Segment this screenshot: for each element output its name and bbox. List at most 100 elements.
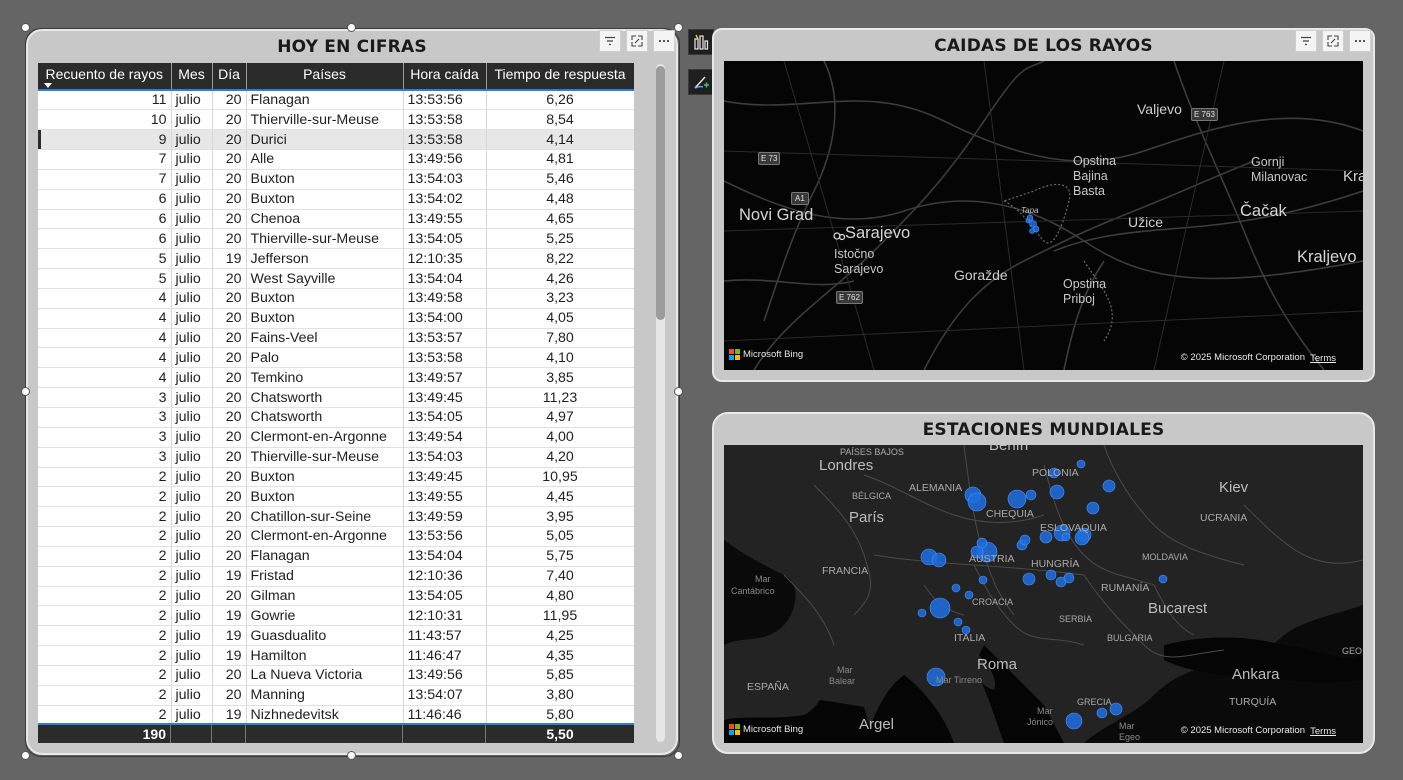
table-row[interactable]: 4 julio 20 Palo 13:53:58 4,10 [38, 347, 634, 369]
cell-tiempo: 11,95 [486, 605, 634, 627]
station-bubble[interactable] [1061, 532, 1071, 542]
table-row[interactable]: 10 julio 20 Thierville-sur-Meuse 13:53:58 8,5… [38, 109, 634, 131]
total-tiempo: 5,50 [546, 726, 574, 742]
station-bubble[interactable] [967, 492, 987, 512]
table-scrollbar[interactable] [656, 64, 665, 742]
map-estaciones[interactable]: PAÍSES BAJOS Londres Berlín POLONIA BÉLG… [724, 445, 1363, 743]
station-bubble[interactable] [951, 583, 961, 593]
cell-dia: 20 [212, 149, 247, 170]
total-hora [403, 725, 486, 743]
table-row[interactable]: 2 julio 19 Gowrie 12:10:31 11,95 [38, 605, 634, 627]
table-row[interactable]: 2 julio 20 Manning 13:54:07 3,80 [38, 685, 634, 706]
station-bubble[interactable] [1086, 501, 1100, 515]
resize-handle-bottom-left[interactable] [21, 751, 30, 760]
map1-more-options-button[interactable] [1349, 30, 1371, 52]
resize-handle-bottom[interactable] [347, 751, 356, 760]
format-visual-button[interactable] [688, 29, 714, 55]
station-bubble[interactable] [1158, 574, 1168, 584]
station-bubble[interactable] [1029, 228, 1035, 234]
table-row[interactable]: 3 julio 20 Chatsworth 13:54:05 4,97 [38, 407, 634, 428]
column-header-tiempo[interactable]: Tiempo de respuesta [486, 63, 634, 90]
column-header-hora[interactable]: Hora caída [403, 63, 487, 90]
table-row[interactable]: 4 julio 20 Buxton 13:54:00 4,05 [38, 308, 634, 329]
cell-mes: julio [171, 506, 213, 528]
table-row[interactable]: 5 julio 20 West Sayville 13:54:04 4,26 [38, 268, 634, 289]
resize-handle-bottom-right[interactable] [674, 751, 683, 760]
table-row[interactable]: 2 julio 20 Chatillon-sur-Seine 13:49:59 3,95 [38, 506, 634, 528]
table-row[interactable]: 7 julio 20 Buxton 13:54:03 5,46 [38, 169, 634, 190]
resize-handle-left[interactable] [21, 387, 30, 396]
resize-handle-top-right[interactable] [674, 23, 683, 32]
table-row[interactable]: 2 julio 20 Buxton 13:49:45 10,95 [38, 467, 634, 488]
table-row[interactable]: 9 julio 20 Durici 13:53:58 4,14 [38, 129, 634, 151]
table-row[interactable]: 2 julio 19 Guasdualito 11:43:57 4,25 [38, 625, 634, 647]
cell-hora: 12:10:35 [403, 248, 487, 270]
filter-button[interactable] [599, 30, 621, 52]
column-header-mes[interactable]: Mes [171, 63, 213, 90]
station-bubble[interactable] [1065, 712, 1083, 730]
cell-pais: Palo [246, 347, 404, 369]
map-terms-link[interactable]: Terms [1310, 726, 1336, 737]
station-bubble[interactable] [1025, 489, 1037, 501]
station-bubble[interactable] [1063, 572, 1075, 584]
table-row[interactable]: 6 julio 20 Buxton 13:54:02 4,48 [38, 189, 634, 210]
table-row[interactable]: 11 julio 20 Flanagan 13:53:56 6,26 [38, 90, 634, 111]
analytics-button[interactable] [688, 69, 714, 95]
resize-handle-top[interactable] [347, 23, 356, 32]
table-row[interactable]: 2 julio 19 Hamilton 11:46:47 4,35 [38, 645, 634, 666]
table-row[interactable]: 2 julio 20 Gilman 13:54:05 4,80 [38, 586, 634, 607]
scrollbar-thumb[interactable] [656, 66, 665, 320]
resize-handle-right[interactable] [674, 387, 683, 396]
more-options-button[interactable] [653, 30, 675, 52]
table-row[interactable]: 2 julio 20 Flanagan 13:54:04 5,75 [38, 546, 634, 567]
table-row[interactable]: 3 julio 20 Chatsworth 13:49:45 11,23 [38, 387, 634, 408]
table-row[interactable]: 2 julio 20 Buxton 13:49:55 4,45 [38, 486, 634, 508]
table-row[interactable]: 4 julio 20 Temkino 13:49:57 3,85 [38, 367, 634, 389]
cell-dia: 20 [212, 90, 247, 111]
column-header-paises[interactable]: Países [246, 63, 404, 90]
cell-mes: julio [171, 586, 213, 607]
station-bubble[interactable] [1022, 572, 1036, 586]
station-bubble[interactable] [1102, 479, 1116, 493]
table-row[interactable]: 4 julio 20 Buxton 13:49:58 3,23 [38, 288, 634, 309]
cell-pais: Gowrie [246, 605, 404, 627]
station-bubble[interactable] [953, 617, 963, 627]
station-bubble[interactable] [976, 537, 988, 549]
map-rayos[interactable]: Valjevo E 763 E 73 A1 Opstina Bajina Bas… [724, 61, 1363, 370]
station-bubble[interactable] [1109, 702, 1123, 716]
station-bubble[interactable] [931, 552, 947, 568]
resize-handle-top-left[interactable] [21, 23, 30, 32]
station-bubble[interactable] [1049, 484, 1065, 500]
data-table[interactable]: Recuento de rayos Mes Día Países Hora ca… [38, 63, 634, 743]
station-bubble[interactable] [1007, 489, 1027, 509]
column-header-recuento[interactable]: Recuento de rayos [38, 63, 172, 90]
cell-recuento: 2 [38, 526, 172, 547]
focus-mode-button[interactable] [626, 30, 648, 52]
station-bubble[interactable] [1025, 218, 1031, 224]
map1-focus-mode-button[interactable] [1322, 30, 1344, 52]
table-row[interactable]: 3 julio 20 Clermont-en-Argonne 13:49:54 4,00 [38, 427, 634, 448]
table-row[interactable]: 2 julio 20 Clermont-en-Argonne 13:53:56 5,05 [38, 526, 634, 547]
map-label-espana: ESPAÑA [747, 681, 789, 693]
table-row[interactable]: 3 julio 20 Thierville-sur-Meuse 13:54:03 4,20 [38, 447, 634, 468]
cell-dia: 20 [212, 129, 247, 151]
station-bubble[interactable] [1045, 569, 1057, 581]
table-row[interactable]: 6 julio 20 Thierville-sur-Meuse 13:54:05 5,25 [38, 228, 634, 250]
station-bubble[interactable] [929, 597, 951, 619]
station-bubble[interactable] [1019, 534, 1031, 546]
table-row[interactable]: 5 julio 19 Jefferson 12:10:35 8,22 [38, 248, 634, 270]
table-row[interactable]: 4 julio 20 Fains-Veel 13:53:57 7,80 [38, 328, 634, 349]
map1-filter-button[interactable] [1295, 30, 1317, 52]
map-label-tapa: Tapa [1021, 206, 1039, 215]
map-terms-link[interactable]: Terms [1310, 353, 1336, 364]
station-bubble[interactable] [917, 608, 927, 618]
column-header-dia[interactable]: Día [212, 63, 247, 90]
table-row[interactable]: 7 julio 20 Alle 13:49:56 4,81 [38, 149, 634, 170]
microsoft-logo-icon [729, 349, 740, 360]
station-bubble[interactable] [1096, 707, 1108, 719]
table-row[interactable]: 2 julio 19 Fristad 12:10:36 7,40 [38, 566, 634, 587]
station-bubble[interactable] [978, 575, 988, 585]
table-row[interactable]: 6 julio 20 Chenoa 13:49:55 4,65 [38, 209, 634, 230]
table-row[interactable]: 2 julio 20 La Nueva Victoria 13:49:56 5,85 [38, 665, 634, 686]
cell-recuento: 2 [38, 546, 172, 567]
